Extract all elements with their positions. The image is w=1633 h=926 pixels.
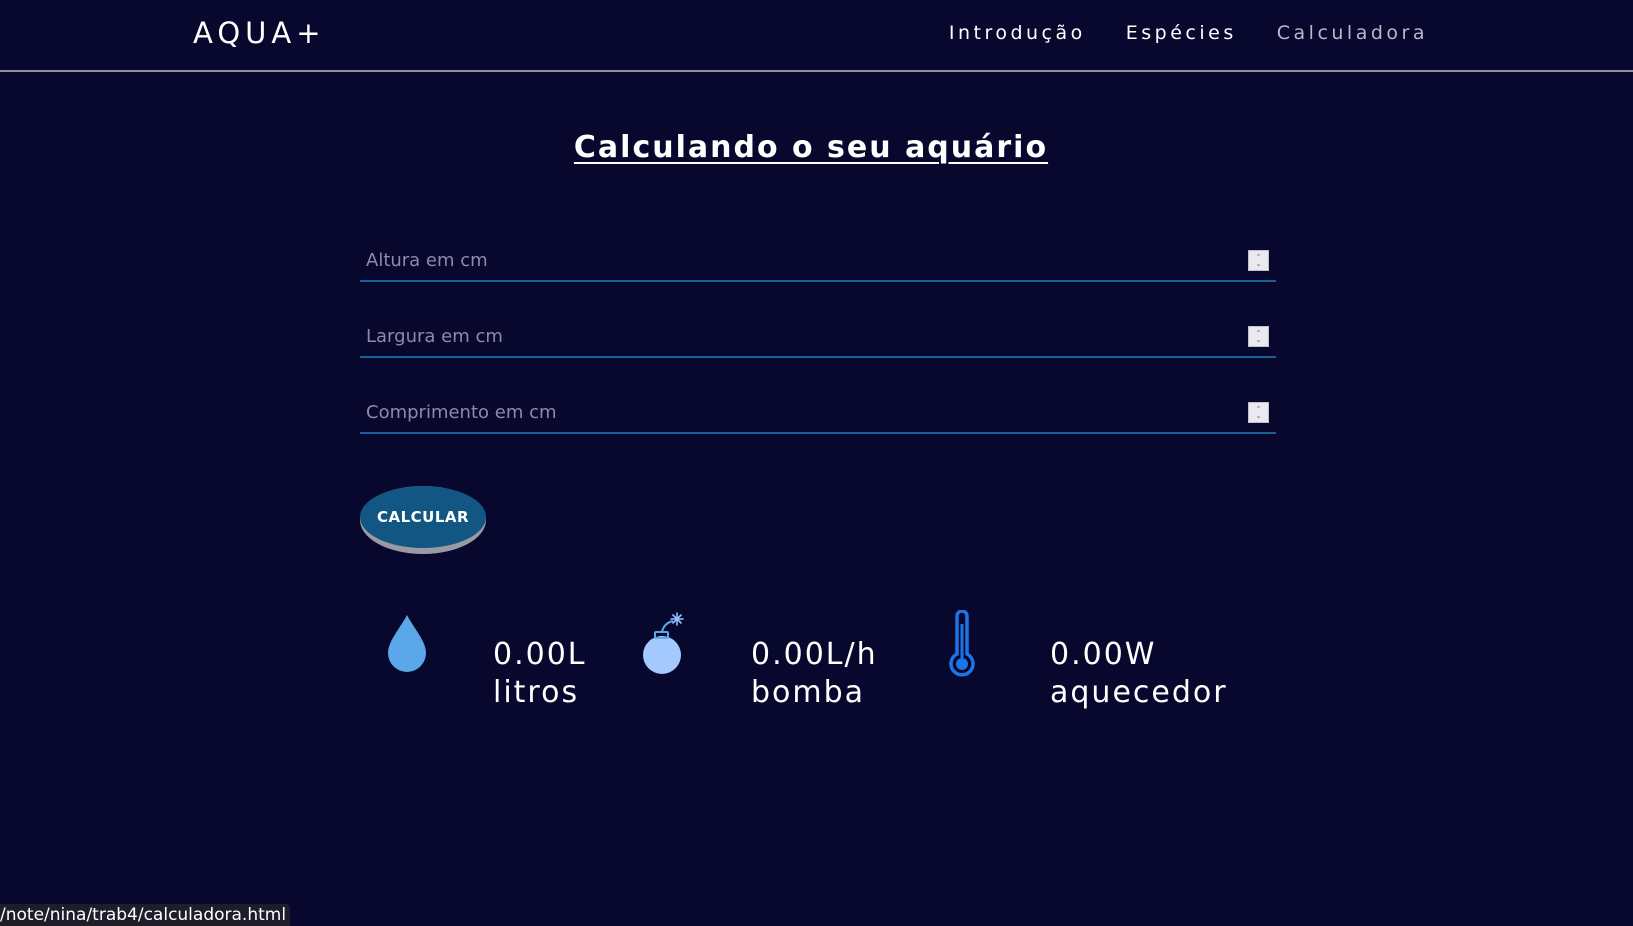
- heater-value: 0.00W: [1050, 637, 1157, 672]
- heater-label: aquecedor: [1050, 675, 1228, 710]
- height-stepper[interactable]: ⌃ ⌄: [1248, 250, 1269, 271]
- pump-result: 0.00L/h bomba: [751, 636, 878, 712]
- width-input-placeholder: Largura em cm: [366, 326, 503, 347]
- calculate-button[interactable]: CALCULAR: [360, 486, 486, 554]
- pump-value: 0.00L/h: [751, 637, 878, 672]
- length-field[interactable]: Comprimento em cm ⌃ ⌄: [360, 394, 1276, 434]
- length-stepper[interactable]: ⌃ ⌄: [1248, 402, 1269, 423]
- navbar: AQUA+ Introdução Espécies Calculadora: [0, 0, 1633, 72]
- thermometer-icon: [949, 610, 975, 677]
- width-field[interactable]: Largura em cm ⌃ ⌄: [360, 318, 1276, 358]
- nav-links: Introdução Espécies Calculadora: [949, 22, 1428, 44]
- width-stepper[interactable]: ⌃ ⌄: [1248, 326, 1269, 347]
- water-drop-icon: [388, 615, 426, 672]
- page-title: Calculando o seu aquário: [573, 130, 1049, 165]
- pump-label: bomba: [751, 675, 866, 710]
- nav-link-calculadora[interactable]: Calculadora: [1277, 22, 1428, 44]
- calculate-button-label: CALCULAR: [360, 486, 486, 548]
- bomb-icon: [643, 612, 684, 674]
- heater-result: 0.00W aquecedor: [1050, 636, 1228, 712]
- status-bar-url: /note/nina/trab4/calculadora.html: [0, 904, 291, 926]
- volume-label: litros: [493, 675, 580, 710]
- nav-link-introducao[interactable]: Introdução: [949, 22, 1086, 44]
- volume-value: 0.00L: [493, 637, 587, 672]
- brand-logo[interactable]: AQUA+: [193, 16, 326, 50]
- nav-link-especies[interactable]: Espécies: [1126, 22, 1237, 44]
- height-field[interactable]: Altura em cm ⌃ ⌄: [360, 242, 1276, 282]
- volume-result: 0.00L litros: [493, 636, 587, 712]
- length-input-placeholder: Comprimento em cm: [366, 402, 557, 423]
- height-input-placeholder: Altura em cm: [366, 250, 488, 271]
